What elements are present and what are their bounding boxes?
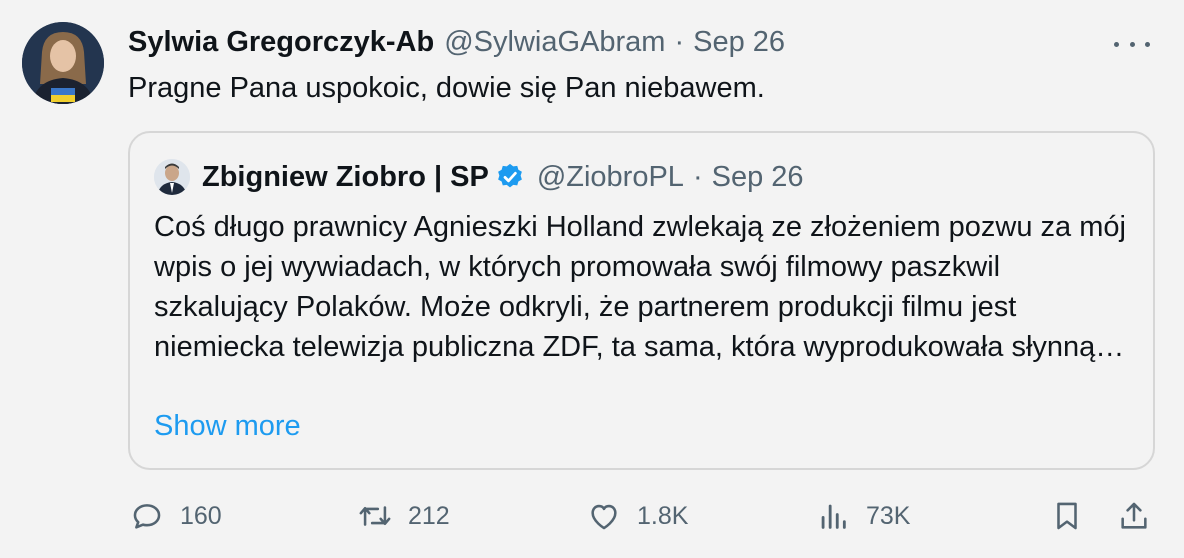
- show-more-link[interactable]: Show more: [154, 406, 301, 446]
- views-button[interactable]: 73K: [816, 494, 910, 538]
- quoted-author-name[interactable]: Zbigniew Ziobro | SP: [202, 159, 489, 195]
- reply-icon: [133, 504, 161, 529]
- quoted-tweet[interactable]: Zbigniew Ziobro | SP @ZiobroPL · Sep 26 …: [128, 131, 1155, 470]
- like-count: 1.8K: [637, 501, 689, 530]
- quoted-author-handle[interactable]: @ZiobroPL: [537, 159, 684, 195]
- separator-dot: ·: [692, 161, 703, 193]
- quoted-tweet-header: Zbigniew Ziobro | SP @ZiobroPL · Sep 26: [202, 159, 804, 195]
- bookmark-icon: [1057, 502, 1077, 530]
- quoted-author-avatar[interactable]: [154, 159, 190, 195]
- quoted-tweet-timestamp[interactable]: Sep 26: [712, 159, 804, 195]
- more-icon[interactable]: [1114, 31, 1150, 57]
- bookmark-button[interactable]: [1050, 494, 1084, 538]
- action-bar: 160 212 1.8K 73K: [0, 494, 1184, 538]
- retweet-button[interactable]: 212: [358, 494, 450, 538]
- author-handle[interactable]: @SylwiaGAbram: [444, 24, 665, 60]
- retweet-count: 212: [408, 501, 450, 530]
- quoted-tweet-text: Coś długo prawnicy Agnieszki Holland zwl…: [154, 211, 1126, 363]
- separator-dot: ·: [674, 26, 685, 58]
- like-button[interactable]: 1.8K: [587, 494, 688, 538]
- retweet-icon: [359, 506, 391, 526]
- tweet: Sylwia Gregorczyk-Ab @SylwiaGAbram · Sep…: [0, 0, 1184, 558]
- tweet-text: Pragne Pana uspokoic, dowie się Pan nieb…: [128, 72, 765, 104]
- views-icon: [821, 504, 846, 529]
- share-icon: [1121, 502, 1147, 529]
- reply-count: 160: [180, 501, 222, 530]
- like-icon: [591, 504, 617, 530]
- view-count: 73K: [866, 501, 911, 530]
- author-name[interactable]: Sylwia Gregorczyk-Ab: [128, 24, 434, 60]
- share-button[interactable]: [1117, 494, 1151, 538]
- author-avatar[interactable]: [22, 22, 104, 104]
- reply-button[interactable]: 160: [130, 494, 222, 538]
- tweet-timestamp[interactable]: Sep 26: [693, 24, 785, 60]
- tweet-header: Sylwia Gregorczyk-Ab @SylwiaGAbram · Sep…: [128, 24, 785, 60]
- verified-badge-icon: [497, 163, 522, 188]
